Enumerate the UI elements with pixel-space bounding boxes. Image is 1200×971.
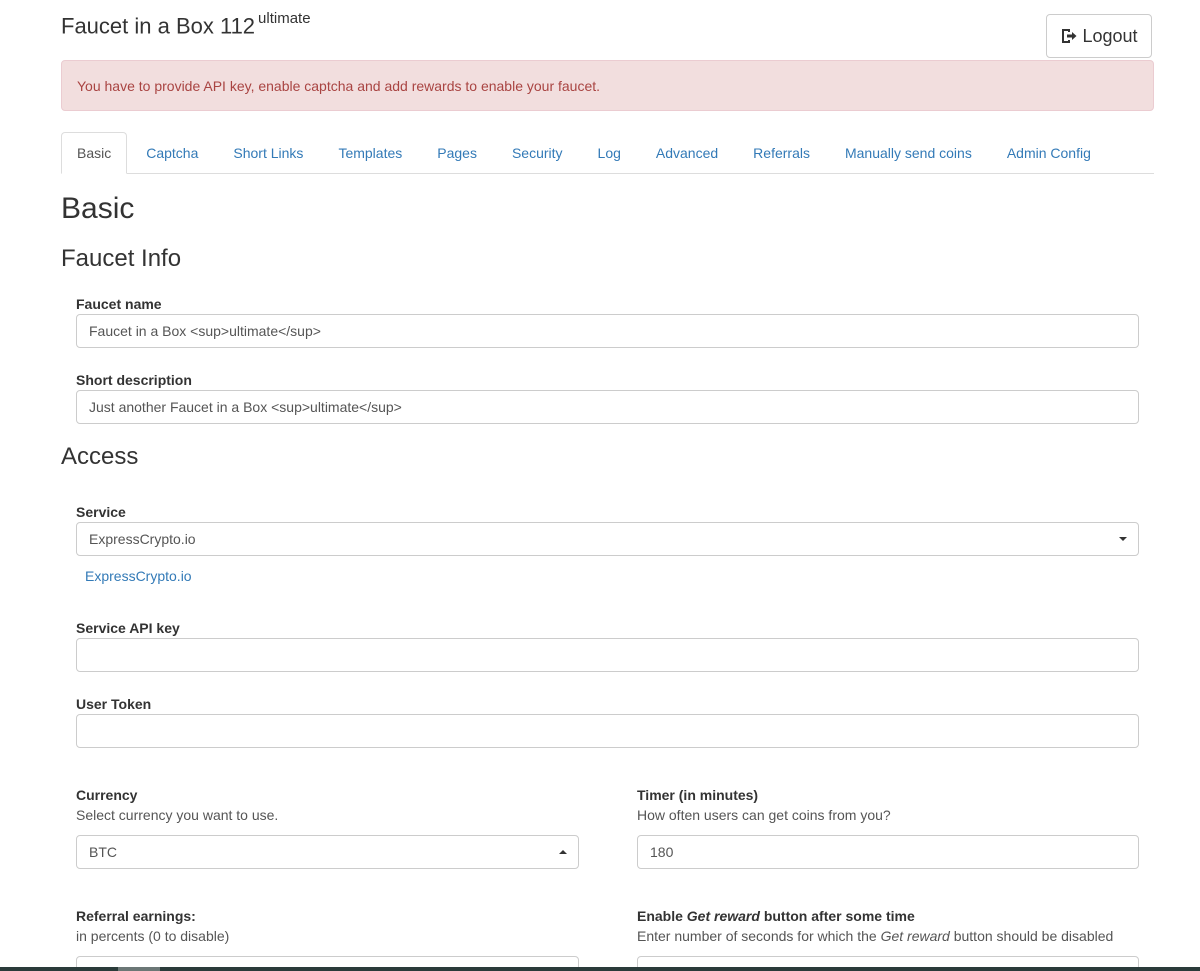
get-reward-delay-help: Enter number of seconds for which the Ge… [637, 928, 1114, 944]
chevron-up-icon [559, 850, 567, 854]
tab-security[interactable]: Security [496, 132, 579, 173]
short-description-label: Short description [76, 372, 192, 388]
tab-manually-send-coins[interactable]: Manually send coins [829, 132, 988, 173]
referral-earnings-label: Referral earnings: [76, 908, 196, 924]
alert-text: You have to provide API key, enable capt… [77, 77, 601, 94]
currency-label: Currency [76, 787, 138, 803]
tab-advanced[interactable]: Advanced [640, 132, 734, 173]
tab-admin-config[interactable]: Admin Config [991, 132, 1107, 173]
warning-alert: You have to provide API key, enable capt… [61, 60, 1154, 111]
currency-selected-value: BTC [89, 844, 117, 860]
timer-label: Timer (in minutes) [637, 787, 759, 803]
service-api-key-label: Service API key [76, 620, 180, 636]
timer-input[interactable] [637, 835, 1139, 869]
user-token-label: User Token [76, 696, 152, 712]
tab-basic[interactable]: Basic [61, 132, 128, 174]
service-api-key-input[interactable] [76, 638, 1139, 672]
short-description-input[interactable] [76, 390, 1139, 424]
tab-log[interactable]: Log [582, 132, 637, 173]
service-label: Service [76, 504, 126, 520]
tab-templates[interactable]: Templates [322, 132, 418, 173]
tab-short-links[interactable]: Short Links [217, 132, 319, 173]
timer-help: How often users can get coins from you? [637, 807, 891, 823]
chevron-down-icon [1119, 537, 1127, 541]
app-title-text: Faucet in a Box 112 [61, 13, 256, 39]
app-title-edition: ultimate [258, 10, 311, 27]
admin-page: Faucet in a Box 112 ultimate Logout You h… [0, 0, 1200, 971]
logout-label: Logout [1082, 25, 1138, 46]
faucet-info-heading: Faucet Info [61, 245, 182, 272]
logout-button[interactable]: Logout [1046, 14, 1152, 58]
currency-select[interactable]: BTC [76, 835, 579, 869]
horizontal-scrollbar[interactable] [0, 967, 1200, 971]
settings-tabs: Basic Captcha Short Links Templates Page… [61, 132, 1154, 174]
access-heading: Access [61, 443, 139, 470]
user-token-input[interactable] [76, 714, 1139, 748]
referral-earnings-help: in percents (0 to disable) [76, 928, 230, 944]
service-selected-value: ExpressCrypto.io [89, 531, 196, 547]
service-link[interactable]: ExpressCrypto.io [85, 568, 192, 584]
faucet-name-input[interactable] [76, 314, 1139, 348]
tab-pages[interactable]: Pages [421, 132, 493, 173]
tab-referrals[interactable]: Referrals [737, 132, 826, 173]
service-select[interactable]: ExpressCrypto.io [76, 522, 1139, 556]
logout-icon [1062, 29, 1077, 43]
page-heading: Basic [61, 192, 135, 225]
currency-help: Select currency you want to use. [76, 807, 279, 823]
faucet-name-label: Faucet name [76, 296, 162, 312]
app-title: Faucet in a Box 112 ultimate [61, 10, 311, 39]
scrollbar-thumb[interactable] [118, 967, 160, 971]
get-reward-delay-label: Enable Get reward button after some time [637, 908, 915, 924]
tab-captcha[interactable]: Captcha [130, 132, 214, 173]
